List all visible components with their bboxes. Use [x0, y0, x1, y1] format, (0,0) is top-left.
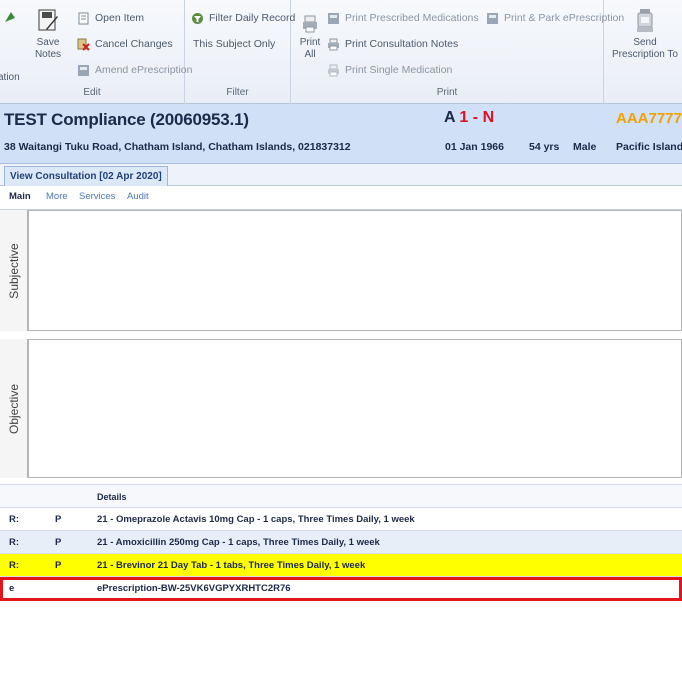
- flag-letter: N: [482, 109, 495, 126]
- print-all-label: Print All: [299, 37, 321, 60]
- filter-daily-record-label: Filter Daily Record: [209, 12, 296, 24]
- ribbon-group-title-print: Print: [436, 87, 458, 98]
- tab-audit[interactable]: Audit: [127, 191, 149, 202]
- printer-icon: [303, 15, 317, 33]
- amend-eprescription-button[interactable]: Amend ePrescription: [77, 62, 192, 78]
- print-consultation-notes-label: Print Consultation Notes: [345, 38, 459, 50]
- row-status: P: [55, 514, 62, 525]
- details-column-header[interactable]: Details: [97, 492, 127, 502]
- print-single-medication-button[interactable]: Print Single Medication: [327, 62, 452, 78]
- consultation-tab-strip: View Consultation [02 Apr 2020]: [0, 164, 682, 186]
- tab-more[interactable]: More: [46, 191, 68, 202]
- subjective-label: Subjective: [6, 242, 21, 299]
- subjective-label-column: Subjective: [0, 210, 28, 331]
- print-park-icon: [487, 12, 498, 24]
- patient-nhi: AAA7777: [616, 110, 682, 127]
- flag-prefix: A: [444, 109, 455, 126]
- row-type: R:: [9, 537, 20, 548]
- ribbon-group-filter: Filter Daily Record This Subject Only Fi…: [185, 0, 295, 104]
- patient-banner: TEST Compliance (20060953.1) A 1 - N AAA…: [0, 104, 682, 164]
- row-type: e: [9, 583, 15, 594]
- table-row[interactable]: R: P 21 - Brevinor 21 Day Tab - 1 tabs, …: [0, 554, 682, 577]
- small-printer-icon: [328, 64, 339, 76]
- print-prescribed-medications-label: Print Prescribed Medications: [345, 12, 479, 24]
- objective-label: Objective: [6, 383, 21, 434]
- amend-eprescription-label: Amend ePrescription: [95, 64, 193, 76]
- ribbon: ation Save Notes Open Item Cancel Change…: [0, 0, 682, 104]
- row-details: 21 - Brevinor 21 Day Tab - 1 tabs, Three…: [97, 560, 366, 571]
- table-row[interactable]: R: P 21 - Omeprazole Actavis 10mg Cap - …: [0, 508, 682, 531]
- flag-separator: -: [472, 109, 479, 126]
- patient-name: TEST Compliance (20060953.1): [4, 110, 249, 129]
- patient-dob: 01 Jan 1966: [445, 141, 504, 153]
- patient-address: 38 Waitangi Tuku Road, Chatham Island, C…: [4, 141, 351, 153]
- this-subject-only-button[interactable]: This Subject Only: [193, 36, 275, 52]
- print-single-medication-label: Print Single Medication: [345, 64, 453, 76]
- ribbon-group-print: Print All Print Prescribed Medications P…: [291, 0, 624, 104]
- tab-main[interactable]: Main: [9, 191, 31, 202]
- print-consultation-notes-button[interactable]: Print Consultation Notes: [327, 36, 458, 52]
- save-notes-button[interactable]: Save Notes: [30, 8, 66, 61]
- grid-empty-area: [0, 604, 682, 695]
- patient-age: 54 yrs: [529, 141, 560, 153]
- save-notes-icon: [38, 9, 58, 31]
- filter-daily-record-button[interactable]: Filter Daily Record: [191, 10, 295, 26]
- cancel-changes-button[interactable]: Cancel Changes: [77, 36, 173, 52]
- table-row[interactable]: R: P 21 - Amoxicillin 250mg Cap - 1 caps…: [0, 531, 682, 554]
- ribbon-group-send: Send Prescription To: [604, 0, 682, 104]
- ribbon-group-title-edit: Edit: [83, 87, 101, 98]
- ribbon-group-title-filter: Filter: [226, 87, 249, 98]
- row-type: R:: [9, 560, 20, 571]
- subjective-textarea[interactable]: [28, 210, 682, 331]
- row-type: R:: [9, 514, 20, 525]
- small-printer-icon: [328, 38, 339, 50]
- objective-pane: Objective: [0, 339, 682, 478]
- cancel-changes-label: Cancel Changes: [95, 38, 173, 50]
- objective-textarea[interactable]: [28, 339, 682, 478]
- tab-services[interactable]: Services: [79, 191, 115, 202]
- patient-ethnicity: Pacific Island: [616, 141, 682, 153]
- row-details: 21 - Omeprazole Actavis 10mg Cap - 1 cap…: [97, 514, 415, 525]
- document-icon: [78, 12, 89, 24]
- send-prescription-to-button[interactable]: Send Prescription To: [610, 8, 680, 61]
- send-prescription-to-label: Send Prescription To: [612, 37, 678, 60]
- patient-flags: A 1 - N: [444, 109, 494, 127]
- objective-label-column: Objective: [0, 339, 28, 478]
- grid-header: Details: [0, 484, 682, 508]
- print-prescribed-icon: [328, 12, 339, 24]
- filter-icon: [192, 12, 203, 24]
- subtab-bar: Main More Services Audit: [0, 186, 682, 210]
- table-row[interactable]: e ePrescription-BW-25VK6VGPYXRHTC2R76: [0, 577, 682, 601]
- subjective-pane: Subjective: [0, 210, 682, 331]
- ribbon-group-edit: Save Notes Open Item Cancel Changes Amen…: [0, 0, 192, 104]
- row-status: P: [55, 560, 62, 571]
- tab-view-consultation[interactable]: View Consultation [02 Apr 2020]: [4, 166, 168, 186]
- row-details: 21 - Amoxicillin 250mg Cap - 1 caps, Thr…: [97, 537, 380, 548]
- open-item-label: Open Item: [95, 12, 145, 24]
- row-details: ePrescription-BW-25VK6VGPYXRHTC2R76: [97, 583, 291, 594]
- send-prescription-icon: [637, 9, 653, 32]
- open-item-button[interactable]: Open Item: [77, 10, 144, 26]
- row-status: P: [55, 537, 62, 548]
- save-notes-label: Save Notes: [34, 37, 62, 60]
- cancel-icon: [77, 38, 90, 51]
- print-all-button[interactable]: Print All: [297, 14, 323, 61]
- print-prescribed-medications-button[interactable]: Print Prescribed Medications: [327, 10, 479, 26]
- patient-sex: Male: [573, 141, 597, 153]
- this-subject-only-label: This Subject Only: [193, 38, 276, 50]
- amend-icon: [78, 64, 89, 76]
- flag-number: 1: [459, 109, 469, 126]
